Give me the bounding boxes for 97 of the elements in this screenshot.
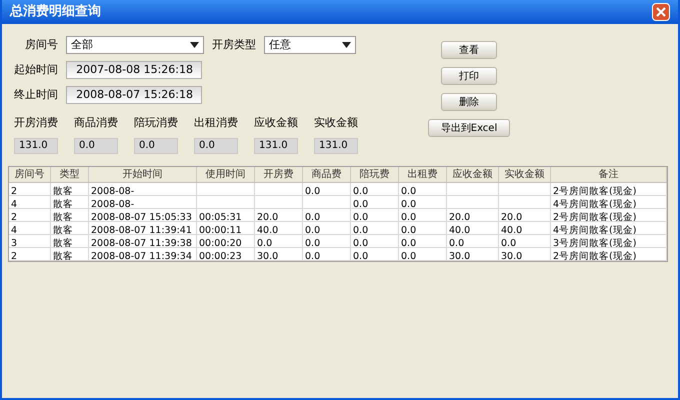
table-cell: 2号房间散客(现金) [553, 186, 636, 194]
table-cell: 0.0 [305, 212, 320, 220]
table-cell: 3号房间散客(现金) [553, 238, 636, 246]
table-cell: 3 [11, 238, 18, 246]
window-title: 总消费明细查询 [10, 3, 101, 22]
table-cell: 2008-08-07 15:05:33 [91, 212, 192, 220]
total-field: 0.0 [194, 138, 238, 154]
table-cell: 0.0 [401, 250, 416, 260]
action-button[interactable]: 打印 [441, 67, 497, 85]
column-header[interactable]: 使用时间 [197, 166, 255, 182]
column-header[interactable]: 商品费 [303, 166, 351, 182]
table-cell: 散客 [53, 250, 73, 260]
table-cell: 4号房间散客(现金) [553, 224, 636, 234]
field-label: 开房类型 [212, 36, 256, 53]
total-field: 131.0 [314, 138, 358, 154]
table-cell: 4 [11, 198, 18, 208]
table-cell: 0.0 [353, 224, 368, 234]
table-cell: 0.0 [353, 198, 368, 208]
table-cell: 散客 [53, 224, 73, 234]
table-cell: 2008-08- [91, 186, 134, 194]
column-header[interactable]: 备注 [551, 166, 667, 182]
field-label: 起始时间 [14, 62, 58, 78]
table-cell: 2 [11, 212, 18, 220]
field-label: 房间号 [25, 36, 58, 53]
field-label: 商品消费 [74, 115, 118, 131]
field-label: 应收金额 [254, 115, 298, 131]
table-cell: 40.0 [501, 224, 522, 234]
date-field[interactable]: 2008-08-07 15:26:18 [66, 86, 202, 104]
total-field: 0.0 [74, 138, 118, 154]
table-cell: 20.0 [501, 212, 522, 220]
table-cell: 4 [11, 224, 18, 234]
column-header[interactable]: 类型 [51, 166, 89, 182]
field-label: 终止时间 [14, 86, 58, 103]
column-header[interactable]: 陪玩费 [351, 166, 399, 182]
table-cell: 40.0 [257, 224, 278, 234]
table-cell: 30.0 [257, 250, 278, 260]
field-label: 实收金额 [314, 115, 358, 131]
table-cell: 2008-08-07 11:39:34 [91, 250, 192, 260]
close-icon [656, 7, 666, 17]
column-header[interactable]: 房间号 [9, 166, 51, 182]
action-button[interactable]: 查看 [441, 41, 497, 59]
table-cell: 0.0 [305, 250, 320, 260]
date-field[interactable]: 2007-08-08 15:26:18 [66, 61, 202, 79]
table-cell: 0.0 [401, 198, 416, 208]
total-field: 0.0 [134, 138, 178, 154]
table-cell: 00:00:11 [199, 224, 242, 234]
table-cell: 40.0 [449, 224, 470, 234]
table-cell: 20.0 [257, 212, 278, 220]
column-header[interactable]: 开房费 [255, 166, 303, 182]
table-cell: 2 [11, 186, 18, 194]
table-cell: 4号房间散客(现金) [553, 198, 636, 208]
table-cell: 0.0 [353, 250, 368, 260]
close-button[interactable] [652, 3, 670, 21]
table-cell: 散客 [53, 186, 73, 194]
table-cell: 0.0 [401, 224, 416, 234]
field-label: 开房消费 [14, 115, 58, 131]
field-label: 陪玩消费 [134, 115, 178, 131]
column-header[interactable]: 实收金额 [499, 166, 551, 182]
table-cell: 2号房间散客(现金) [553, 212, 636, 220]
table-cell: 2008-08- [91, 198, 134, 208]
table-cell: 30.0 [501, 250, 522, 260]
dropdown-field[interactable]: 任意 [264, 36, 356, 54]
table-cell: 0.0 [401, 238, 416, 246]
table-cell: 0.0 [501, 238, 516, 246]
field-label: 出租消费 [194, 115, 238, 131]
table-cell: 散客 [53, 238, 73, 246]
table-cell: 00:05:31 [199, 212, 242, 220]
column-header[interactable]: 出租费 [399, 166, 447, 182]
table-cell: 2008-08-07 11:39:38 [91, 238, 192, 246]
table-cell: 0.0 [305, 238, 320, 246]
table-cell: 30.0 [449, 250, 470, 260]
total-field: 131.0 [14, 138, 58, 154]
table-cell: 0.0 [305, 224, 320, 234]
table-cell: 2 [11, 250, 18, 260]
caret-icon [342, 42, 351, 48]
total-field: 131.0 [254, 138, 298, 154]
action-button[interactable]: 导出到Excel [428, 119, 510, 137]
table-cell: 0.0 [353, 212, 368, 220]
table-cell: 散客 [53, 212, 73, 220]
table-cell: 0.0 [401, 212, 416, 220]
action-button[interactable]: 删除 [441, 93, 497, 111]
table-cell: 20.0 [449, 212, 470, 220]
table-cell: 0.0 [305, 186, 320, 194]
table-cell: 2008-08-07 11:39:41 [91, 224, 192, 234]
table-cell: 0.0 [401, 186, 416, 194]
table-cell: 0.0 [257, 238, 272, 246]
table-cell: 0.0 [449, 238, 464, 246]
table-cell: 0.0 [353, 238, 368, 246]
caret-icon [190, 42, 199, 48]
column-header[interactable]: 应收金额 [447, 166, 499, 182]
table-cell: 2号房间散客(现金) [553, 250, 636, 260]
column-header[interactable]: 开始时间 [89, 166, 197, 182]
table-cell: 00:00:23 [199, 250, 242, 260]
table-cell: 散客 [53, 198, 73, 208]
table-cell: 00:00:20 [199, 238, 242, 246]
dropdown-field[interactable]: 全部 [66, 36, 204, 54]
table-cell: 0.0 [353, 186, 368, 194]
